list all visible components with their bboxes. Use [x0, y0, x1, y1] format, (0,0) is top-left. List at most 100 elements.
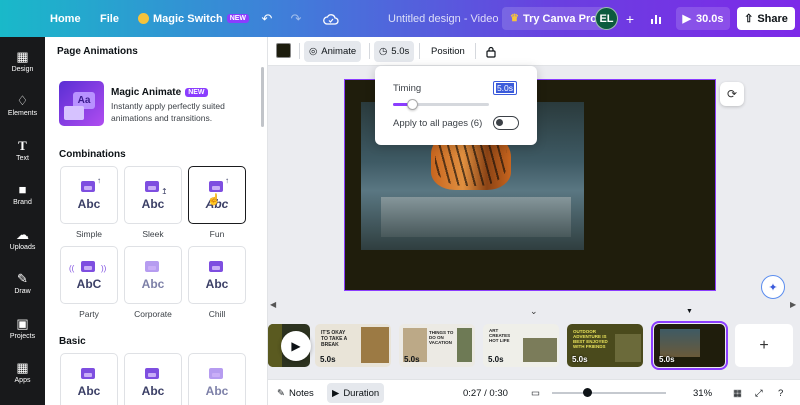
undo-icon[interactable]: ↶ — [256, 7, 278, 30]
play-icon: ▶ — [682, 13, 691, 25]
animation-card-basic[interactable]: Abc — [124, 353, 182, 405]
rail-item-projects[interactable]: ▣ Projects — [0, 308, 45, 348]
rail-item-design[interactable]: ▦ Design — [0, 41, 45, 81]
abc-preview: Abc — [141, 277, 165, 291]
position-button[interactable]: Position — [426, 41, 470, 62]
timeline: ⌄ ▼ ▶ IT'S OKAY TO TAKE A BREAK 5.0s THI… — [268, 306, 800, 379]
fullscreen-icon[interactable]: ⤢ — [750, 383, 768, 403]
animation-card-fun[interactable]: ↑ Abc ☝ — [188, 166, 246, 224]
bottom-bar: ✎ Notes ▶ Duration 0:27 / 0:30 ▭ 31% ▦ ⤢… — [268, 379, 800, 405]
animation-card-corporate[interactable]: Abc — [124, 246, 182, 304]
water-reflection — [381, 197, 571, 237]
rail-label: Apps — [14, 376, 31, 384]
editor-toolbar: ◎ Animate ◷ 5.0s Position — [268, 37, 800, 66]
avatar[interactable]: EL — [595, 7, 618, 30]
magic-animate-thumbnail[interactable]: Aa — [59, 81, 104, 126]
design-icon: ▦ — [16, 48, 29, 64]
animation-card-basic[interactable]: Abc — [188, 353, 246, 405]
scroll-left-icon[interactable]: ◀ — [270, 300, 276, 309]
animation-card-sleek[interactable]: ↥ Abc — [124, 166, 182, 224]
share-button[interactable]: ⇧ Share — [737, 7, 795, 30]
animate-button[interactable]: ◎ Animate — [304, 41, 362, 62]
animation-label: Simple — [76, 229, 102, 239]
zoom-slider-thumb[interactable] — [583, 388, 592, 397]
file-menu[interactable]: File — [100, 0, 119, 37]
document-title[interactable]: Untitled design - Video — [388, 0, 498, 37]
clip-caption: IT'S OKAY TO TAKE A BREAK — [321, 330, 348, 348]
add-page-button[interactable]: + — [735, 324, 793, 367]
fit-view-icon[interactable]: ▭ — [526, 383, 545, 403]
image-icon — [64, 106, 84, 120]
add-collaborator-icon[interactable]: + — [620, 7, 640, 30]
rail-label: Brand — [13, 198, 32, 206]
apply-all-toggle[interactable] — [493, 116, 519, 130]
rail-item-elements[interactable]: ♢ Elements — [0, 85, 45, 125]
timeline-clip-selected[interactable]: 5.0s — [651, 321, 728, 370]
rail-item-uploads[interactable]: ☁ Uploads — [0, 219, 45, 259]
timing-label: Timing — [393, 83, 422, 94]
play-button[interactable]: ▶ — [281, 331, 311, 361]
animation-label: Fun — [209, 229, 225, 239]
abc-preview: Abc — [205, 277, 229, 291]
animation-card-party[interactable]: (( )) AbC — [60, 246, 118, 304]
try-canva-pro-button[interactable]: ♛ Try Canva Pro — [502, 7, 605, 30]
timing-slider[interactable] — [393, 99, 489, 110]
timeline-clip[interactable]: ART CREATES HOT LIFE 5.0s — [483, 324, 559, 367]
animation-card-chill[interactable]: Abc — [188, 246, 246, 304]
rail-item-apps[interactable]: ▦ Apps — [0, 352, 45, 392]
timeline-clip[interactable]: IT'S OKAY TO TAKE A BREAK 5.0s — [315, 324, 391, 367]
rail-label: Draw — [14, 287, 31, 295]
image-icon — [81, 261, 95, 272]
animation-card-simple[interactable]: ↑ Abc — [60, 166, 118, 224]
background-color-swatch[interactable] — [276, 43, 291, 58]
rail-item-brand[interactable]: ■ Brand — [0, 174, 45, 214]
timeline-clip[interactable]: OUTDOOR ADVENTURE IS BEST ENJOYED WITH F… — [567, 324, 643, 367]
zoom-slider[interactable] — [552, 388, 666, 397]
animation-card-basic[interactable]: Abc — [60, 353, 118, 405]
draw-icon: ✎ — [17, 270, 28, 286]
insights-icon[interactable] — [645, 7, 667, 30]
magic-animate-label: Magic Animate — [111, 87, 182, 98]
magic-switch-button[interactable]: Magic Switch NEW — [138, 0, 250, 37]
duration-button[interactable]: ◷ 5.0s — [374, 41, 415, 62]
redo-icon[interactable]: ↷ — [285, 7, 307, 30]
animation-label: Party — [79, 309, 99, 319]
timeline-clip[interactable]: THINGS TO DO ON VACATION 5.0s — [399, 324, 475, 367]
magic-animate-title[interactable]: Magic Animate NEW — [111, 87, 208, 98]
image-icon — [209, 261, 223, 272]
notes-label: Notes — [288, 387, 314, 399]
sparkle-icon: (( — [69, 264, 75, 273]
duration-label: Duration — [343, 387, 380, 399]
notes-icon: ✎ — [277, 387, 285, 399]
cloud-sync-icon[interactable] — [320, 7, 342, 30]
chevron-down-icon[interactable]: ⌄ — [530, 306, 538, 317]
timing-input[interactable]: 5.0s — [493, 81, 517, 95]
abc-preview: Abc — [77, 384, 101, 398]
sparkle-icon: )) — [101, 264, 107, 273]
playhead-marker[interactable]: ▼ — [686, 308, 693, 315]
home-menu[interactable]: Home — [50, 0, 81, 37]
timing-slider-thumb[interactable] — [407, 99, 419, 110]
scroll-right-icon[interactable]: ▶ — [790, 300, 796, 309]
rail-item-text[interactable]: T Text — [0, 130, 45, 170]
arrow-up-icon: ↥ — [161, 187, 168, 196]
magic-assistant-icon[interactable]: ✦ — [761, 275, 785, 299]
rail-item-draw[interactable]: ✎ Draw — [0, 263, 45, 303]
image-icon — [81, 181, 95, 192]
notes-button[interactable]: ✎ Notes — [272, 383, 319, 403]
duration-label: 5.0s — [391, 46, 410, 57]
duration-toggle-button[interactable]: ▶ Duration — [327, 383, 385, 403]
text-icon: T — [18, 137, 27, 153]
present-button[interactable]: ▶ 30.0s — [676, 7, 730, 30]
zoom-level[interactable]: 31% — [688, 383, 717, 403]
panel-scrollbar[interactable] — [261, 67, 264, 127]
refresh-icon[interactable]: ⟳ — [720, 82, 744, 106]
help-icon[interactable]: ? — [773, 383, 788, 403]
rail-label: Uploads — [9, 243, 36, 251]
try-pro-label: Try Canva Pro — [522, 12, 597, 25]
grid-view-icon[interactable]: ▦ — [728, 383, 747, 403]
divider — [299, 43, 300, 59]
lock-icon[interactable] — [481, 41, 501, 62]
abc-preview: Abc — [141, 384, 165, 398]
image-icon — [145, 261, 159, 272]
